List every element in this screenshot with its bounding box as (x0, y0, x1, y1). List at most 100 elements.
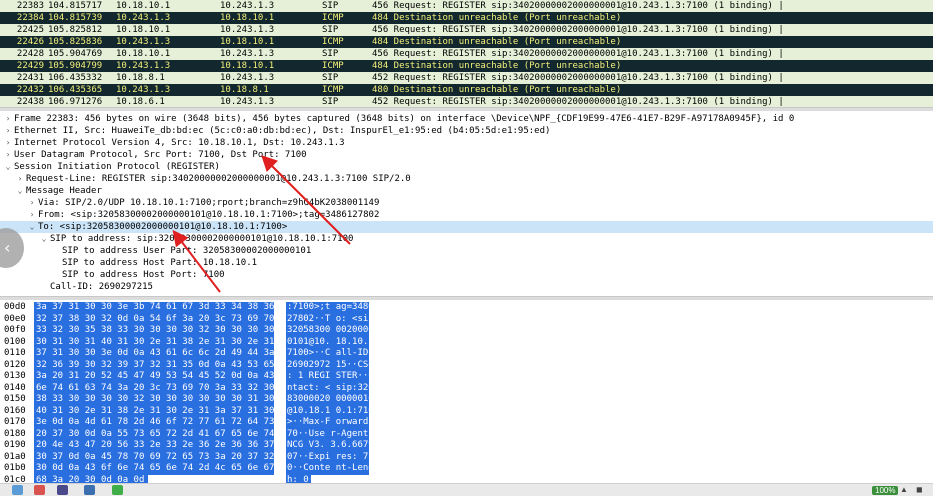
app-icon-3[interactable] (57, 485, 68, 495)
packet-info: 480 Destination unreachable (Port unreac… (372, 85, 622, 95)
hex-row[interactable]: 0120 32 36 39 30 32 39 37 32 31 35 0d 0a … (0, 359, 933, 371)
app-icon-4[interactable] (84, 485, 95, 495)
up-arrow-icon[interactable]: ▲ (900, 485, 908, 494)
hex-bytes[interactable]: 40 31 30 2e 31 38 2e 31 30 2e 31 3a 37 3… (34, 405, 291, 417)
app-icon-1[interactable] (12, 485, 23, 495)
detail-row[interactable]: SIP to address Host Part: 10.18.10.1 (0, 257, 933, 269)
hex-row[interactable]: 01b0 30 0d 0a 43 6f 6e 74 65 6e 74 2d 4c … (0, 463, 933, 475)
expand-right-icon[interactable]: › (4, 149, 12, 161)
expand-down-icon[interactable]: ⌄ (16, 185, 24, 197)
detail-row[interactable]: › User Datagram Protocol, Src Port: 7100,… (0, 149, 933, 161)
hex-bytes[interactable]: 38 33 30 30 30 30 32 30 30 30 30 30 30 3… (34, 394, 291, 406)
hex-ascii[interactable]: h: 0···· (286, 474, 311, 483)
hex-bytes[interactable]: 20 37 30 0d 0a 55 73 65 72 2d 41 67 65 6… (34, 428, 291, 440)
hex-bytes[interactable]: 32 36 39 30 32 39 37 32 31 35 0d 0a 43 5… (34, 359, 291, 371)
packet-time: 105.904769 (48, 49, 103, 59)
detail-row[interactable]: › Request-Line: REGISTER sip:340200000020… (0, 173, 933, 185)
detail-row[interactable]: Call-ID: 2690297215 (0, 281, 933, 293)
hex-ascii[interactable]: 32058300 00200000 (286, 325, 369, 337)
packet-row[interactable]: 22432 106.435365 10.243.1.3 10.18.8.1 ICMP 48… (0, 84, 933, 96)
hex-ascii[interactable]: 0··Conte nt-Lengt (286, 463, 369, 475)
detail-row[interactable]: › Frame 22383: 456 bytes on wire (3648 bi… (0, 113, 933, 125)
packet-row[interactable]: 22383 104.815717 10.18.10.1 10.243.1.3 SIP 45… (0, 0, 933, 12)
hex-ascii[interactable]: @10.18.1 0.1:7100 (286, 405, 369, 417)
hex-row[interactable]: 00f0 33 32 30 35 38 33 30 30 30 30 32 30 … (0, 325, 933, 337)
hex-row[interactable]: 0180 20 37 30 0d 0a 55 73 65 72 2d 41 67 … (0, 428, 933, 440)
expand-right-icon[interactable]: › (4, 113, 12, 125)
hex-ascii[interactable]: 70··Use r-Agent: (286, 428, 369, 440)
hex-ascii[interactable]: ntact: < sip:3205 (286, 382, 369, 394)
hex-row[interactable]: 00e0 32 37 38 30 32 0d 0a 54 6f 3a 20 3c … (0, 313, 933, 325)
packet-list[interactable]: 22383 104.815717 10.18.10.1 10.243.1.3 SIP 45… (0, 0, 933, 108)
hex-ascii[interactable]: 0101@10. 18.10.1: (286, 336, 369, 348)
hex-offset: 0120 (4, 359, 26, 370)
detail-row[interactable]: SIP to address User Part: 32058300002000… (0, 245, 933, 257)
expand-down-icon[interactable]: ⌄ (40, 233, 48, 245)
hex-row[interactable]: 0100 30 31 30 31 40 31 30 2e 31 38 2e 31 … (0, 336, 933, 348)
detail-row[interactable]: ⌄ SIP to address: sip:3205830000200000010… (0, 233, 933, 245)
hex-bytes[interactable]: 6e 74 61 63 74 3a 20 3c 73 69 70 3a 33 3… (34, 382, 291, 394)
hex-ascii[interactable]: : 1 REGI STER··Co (286, 371, 369, 383)
detail-row[interactable]: SIP to address Host Port: 7100 (0, 269, 933, 281)
hex-row[interactable]: 0160 40 31 30 2e 31 38 2e 31 30 2e 31 3a … (0, 405, 933, 417)
hex-bytes[interactable]: 30 37 0d 0a 45 78 70 69 72 65 73 3a 20 3… (34, 451, 291, 463)
hex-ascii[interactable]: >··Max-F orwards: (286, 417, 369, 429)
hex-row[interactable]: 0110 37 31 30 30 3e 0d 0a 43 61 6c 6c 2d … (0, 348, 933, 360)
hex-ascii[interactable]: 07··Expi res: 720 (286, 451, 369, 463)
hex-ascii[interactable]: 83000020 00000101 (286, 394, 369, 406)
app-icon-2[interactable] (34, 485, 45, 495)
expand-right-icon[interactable]: › (28, 197, 36, 209)
hex-bytes[interactable]: 3e 0d 0a 4d 61 78 2d 46 6f 72 77 61 72 6… (34, 417, 291, 429)
detail-row[interactable]: › Internet Protocol Version 4, Src: 10.18… (0, 137, 933, 149)
expand-down-icon[interactable]: ⌄ (28, 221, 36, 233)
hex-ascii[interactable]: 7100>··C all-ID: (286, 348, 369, 360)
detail-row[interactable]: ⌄ To: <sip:32058300002000000101@10.18.10.… (0, 221, 933, 233)
hex-ascii[interactable]: :7100>;t ag=34861 (286, 302, 369, 314)
packet-row[interactable]: 22426 105.825836 10.243.1.3 10.18.10.1 ICMP 4… (0, 36, 933, 48)
packet-row[interactable]: 22384 104.815739 10.243.1.3 10.18.10.1 ICMP 4… (0, 12, 933, 24)
detail-row[interactable]: › From: <sip:32058300002000000101@10.18.1… (0, 209, 933, 221)
detail-row[interactable]: ⌄ Session Initiation Protocol (REGISTER) (0, 161, 933, 173)
packet-row[interactable]: 22425 105.825812 10.18.10.1 10.243.1.3 SIP 45… (0, 24, 933, 36)
packet-row[interactable]: 22431 106.435332 10.18.8.1 10.243.1.3 SIP 452… (0, 72, 933, 84)
packet-row[interactable]: 22428 105.904769 10.18.10.1 10.243.1.3 SIP 45… (0, 48, 933, 60)
hex-row[interactable]: 0150 38 33 30 30 30 30 32 30 30 30 30 30 … (0, 394, 933, 406)
app-icon-5[interactable] (112, 485, 123, 495)
hex-row[interactable]: 0130 3a 20 31 20 52 45 47 49 53 54 45 52 … (0, 371, 933, 383)
expand-right-icon[interactable]: › (16, 173, 24, 185)
zoom-indicator[interactable]: 100% (872, 486, 899, 495)
hex-row[interactable]: 00d0 3a 37 31 30 30 3e 3b 74 61 67 3d 33 … (0, 302, 933, 314)
hex-bytes[interactable]: 32 37 38 30 32 0d 0a 54 6f 3a 20 3c 73 6… (34, 313, 291, 325)
packet-row[interactable]: 22429 105.904799 10.243.1.3 10.18.10.1 ICMP 4… (0, 60, 933, 72)
hex-row[interactable]: 01a0 30 37 0d 0a 45 78 70 69 72 65 73 3a … (0, 451, 933, 463)
hex-bytes[interactable]: 30 31 30 31 40 31 30 2e 31 38 2e 31 30 2… (34, 336, 291, 348)
expand-right-icon[interactable]: › (4, 125, 12, 137)
detail-row[interactable]: ⌄ Message Header (0, 185, 933, 197)
hex-bytes[interactable]: 20 4e 43 47 20 56 33 2e 33 2e 36 2e 36 3… (34, 440, 291, 452)
expand-down-icon[interactable]: ⌄ (4, 161, 12, 173)
hex-bytes[interactable]: 68 3a 20 30 0d 0a 0d 0a (34, 474, 161, 483)
packet-proto: ICMP (322, 61, 344, 71)
packet-details-tree[interactable]: › Frame 22383: 456 bytes on wire (3648 bi… (0, 111, 933, 297)
hex-offset: 00f0 (4, 325, 26, 335)
hex-offset: 0130 (4, 371, 26, 381)
hex-row[interactable]: 0140 6e 74 61 63 74 3a 20 3c 73 69 70 3a … (0, 382, 933, 394)
hex-bytes[interactable]: 37 31 30 30 3e 0d 0a 43 61 6c 6c 2d 49 4… (34, 348, 291, 360)
detail-row[interactable]: › Via: SIP/2.0/UDP 10.18.10.1:7100;rport;… (0, 197, 933, 209)
hex-row[interactable]: 0170 3e 0d 0a 4d 61 78 2d 46 6f 72 77 61 … (0, 417, 933, 429)
hex-ascii[interactable]: 27802··T o: <sip: (286, 313, 369, 325)
hex-ascii[interactable]: 26902972 15··CSeq (286, 359, 369, 371)
hex-row[interactable]: 0190 20 4e 43 47 20 56 33 2e 33 2e 36 2e … (0, 440, 933, 452)
expand-right-icon[interactable]: › (4, 137, 12, 149)
detail-text: SIP to address Host Port: 7100 (62, 270, 225, 280)
hex-bytes[interactable]: 3a 37 31 30 30 3e 3b 74 61 67 3d 33 34 3… (34, 302, 291, 314)
hex-bytes[interactable]: 33 32 30 35 38 33 30 30 30 30 32 30 30 3… (34, 325, 291, 337)
detail-row[interactable]: › Ethernet II, Src: HuaweiTe_db:bd:ec (5c… (0, 125, 933, 137)
expand-right-icon[interactable]: › (28, 209, 36, 221)
hex-row[interactable]: 01c0 68 3a 20 30 0d 0a 0d 0a h: 0···· (0, 474, 933, 483)
tray-icon[interactable]: ◼ (916, 485, 923, 494)
hex-bytes[interactable]: 30 0d 0a 43 6f 6e 74 65 6e 74 2d 4c 65 6… (34, 463, 291, 475)
hex-bytes[interactable]: 3a 20 31 20 52 45 47 49 53 54 45 52 0d 0… (34, 371, 291, 383)
packet-bytes-pane[interactable]: 00d0 3a 37 31 30 30 3e 3b 74 61 67 3d 33 … (0, 300, 933, 483)
hex-ascii[interactable]: NCG V3. 3.6.6679 (286, 440, 369, 452)
